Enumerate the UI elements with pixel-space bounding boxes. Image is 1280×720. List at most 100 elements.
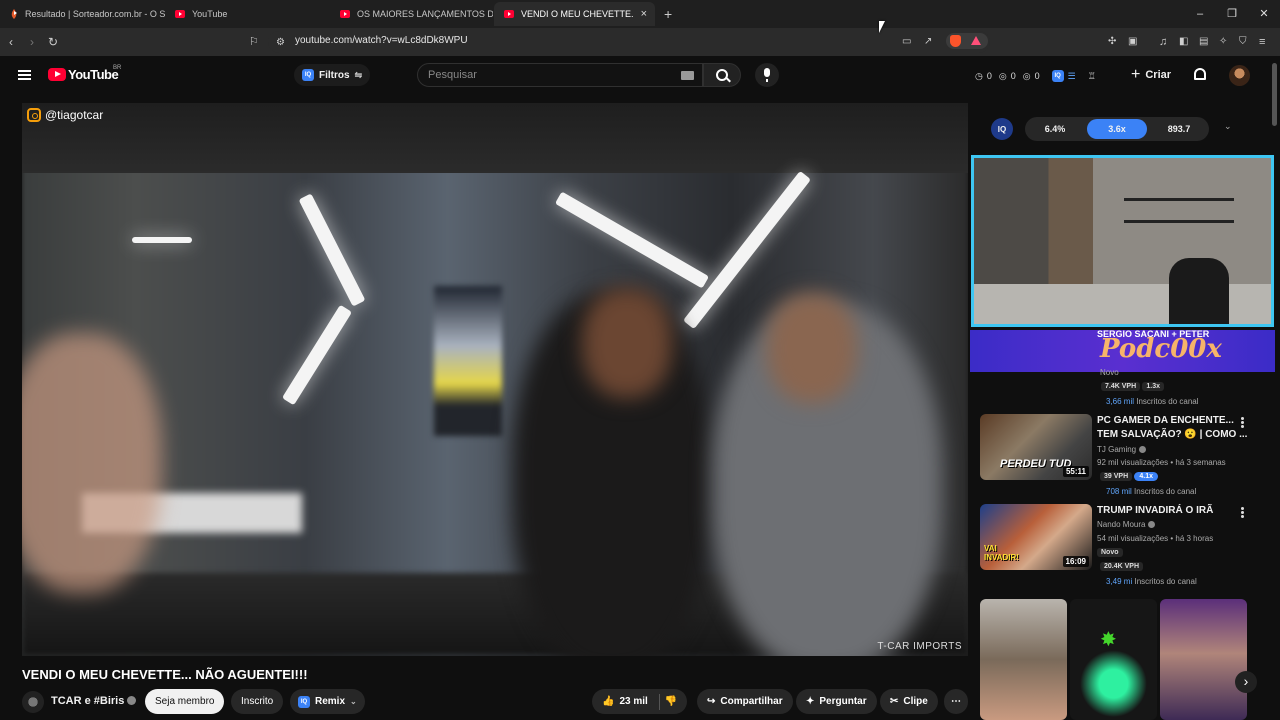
join-label: Seja membro [155, 696, 215, 707]
iq-stat-value[interactable]: 6.4% [1025, 119, 1085, 139]
reload-icon[interactable]: ↻ [48, 34, 58, 50]
ask-button[interactable]: ✦ Perguntar [796, 689, 877, 714]
subscribed-button[interactable]: Inscrito [231, 689, 284, 714]
notifications-bell-icon[interactable] [1194, 68, 1206, 80]
back-icon[interactable]: ‹ [9, 34, 13, 50]
join-button[interactable]: Seja membro [145, 689, 225, 714]
list-icon[interactable]: ☰ [1068, 71, 1076, 82]
search-input[interactable] [418, 64, 658, 86]
extension-box-icon[interactable]: ▣ [1128, 34, 1137, 50]
video-title[interactable]: PC GAMER DA ENCHENTE... [1097, 415, 1234, 426]
remix-button[interactable]: IQ Remix ⌄ [290, 689, 365, 714]
tab-label: YouTube [192, 9, 228, 19]
eye-icon: ◎ [998, 70, 1007, 81]
clip-label: Clipe [903, 696, 928, 707]
ask-label: Perguntar [819, 696, 867, 707]
webcam-shelf [1124, 220, 1234, 223]
divider [658, 693, 660, 710]
minimize-button[interactable]: – [1184, 0, 1216, 28]
wallet-icon[interactable]: ▤ [1199, 34, 1208, 50]
country-code: BR [113, 65, 122, 71]
close-window-button[interactable]: ✕ [1248, 0, 1280, 28]
music-icon[interactable]: ♫ [1159, 34, 1167, 50]
url-text[interactable]: youtube.com/watch?v=wLc8dDk8WPU [295, 35, 468, 46]
plus-icon: + [1131, 66, 1141, 83]
short-thumbnail[interactable] [1160, 599, 1247, 720]
iq-stat-value[interactable]: 893.7 [1149, 119, 1209, 139]
create-button[interactable]: + Criar [1131, 64, 1171, 86]
subs-count: 3,49 mi [1106, 577, 1133, 586]
brave-rewards-icon[interactable] [971, 36, 981, 45]
handle-text: @tiagotcar [45, 108, 104, 122]
video-title[interactable]: TEM SALVAÇÃO? 😮 | COMO ... [1097, 429, 1247, 440]
extension-puzzle-icon[interactable]: ✣ [1108, 34, 1116, 50]
video-thumbnail[interactable]: VAI INVADIR! 16:09 [980, 504, 1092, 570]
short-thumbnail[interactable]: ✸ [1070, 599, 1157, 720]
browser-menu-icon[interactable]: ≡ [1259, 34, 1265, 50]
video-player[interactable]: @tiagotcar T-CAR IMPORTS [22, 103, 968, 656]
video-duration: 16:09 [1062, 556, 1089, 567]
tab-chevette[interactable]: VENDI O MEU CHEVETTE... NÃO × [494, 2, 655, 26]
search-box[interactable] [417, 63, 703, 87]
vph-badge: 39 VPH [1100, 472, 1133, 481]
cast-icon[interactable]: ▭ [902, 34, 911, 50]
wall-lamp [434, 286, 502, 436]
video-thumbnail[interactable]: PERDEU TUD 55:11 [980, 414, 1092, 480]
channel-name[interactable]: Nando Moura [1097, 520, 1156, 529]
clip-button[interactable]: ✂ Clipe [880, 689, 938, 714]
user-avatar[interactable] [1229, 65, 1250, 86]
voice-search-icon[interactable] [755, 63, 779, 87]
channel-name[interactable]: TCAR e #Biris [51, 695, 137, 707]
new-tab-button[interactable]: + [664, 6, 672, 22]
stat-value: 0 [1034, 71, 1040, 81]
channel-avatar[interactable] [22, 691, 44, 713]
short-thumbnail[interactable] [980, 599, 1067, 720]
more-options-icon[interactable] [1241, 421, 1244, 424]
podcast-banner[interactable]: SERGIO SACANI + PETER Podc00x [970, 330, 1275, 372]
leo-ai-icon[interactable]: ✧ [1219, 34, 1227, 50]
search-button[interactable] [703, 63, 741, 87]
tab-sorteador[interactable]: Resultado | Sorteador.com.br - O Site [0, 2, 165, 26]
banner-text: Podc00x [1100, 334, 1222, 364]
more-options-icon[interactable] [1241, 511, 1244, 514]
bookmark-icon[interactable]: ⚐ [249, 34, 259, 50]
page-scrollbar[interactable] [1272, 63, 1277, 126]
mouse-cursor-icon [879, 21, 885, 33]
iq-extension-icon[interactable]: IQ [1051, 70, 1064, 82]
thumbnail-text: VAI INVADIR! [984, 544, 1019, 562]
site-info-icon[interactable]: ⚙ [276, 35, 285, 51]
hamburger-menu-icon[interactable] [18, 70, 31, 80]
vpn-icon[interactable]: ⛉ [1239, 34, 1247, 50]
like-button[interactable]: 👍 23 mil 👎 [592, 689, 688, 714]
forward-icon[interactable]: › [30, 34, 34, 50]
shorts-next-button[interactable]: › [1235, 671, 1257, 693]
window-controls: – ❐ ✕ [1184, 0, 1280, 28]
brave-shield-icon[interactable] [950, 35, 961, 47]
new-badge: Novo [1097, 548, 1123, 557]
youtube-logo-icon[interactable] [48, 68, 66, 81]
iq-stat-value-active[interactable]: 3.6x [1087, 119, 1147, 139]
filters-button[interactable]: IQ Filtros ⇋ [294, 64, 371, 86]
sidebar-icon[interactable]: ◧ [1179, 34, 1188, 50]
share-page-icon[interactable]: ↗ [924, 34, 932, 50]
video-title[interactable]: TRUMP INVADIRÁ O IRÃ [1097, 505, 1213, 516]
tab-lancamentos[interactable]: OS MAIORES LANÇAMENTOS DO CI [330, 2, 493, 26]
maximize-button[interactable]: ❐ [1216, 0, 1248, 28]
trophy-icon[interactable]: ♖ [1088, 71, 1096, 82]
instagram-handle: @tiagotcar [27, 108, 103, 122]
iq-logo-icon[interactable]: IQ [991, 118, 1013, 140]
item-metrics: 7.4K VPH 1.3x [1101, 381, 1164, 391]
chevron-down-icon[interactable]: ⌄ [1224, 121, 1232, 132]
item-metrics: 39 VPH 4.1x [1100, 471, 1158, 481]
more-actions-button[interactable]: ⋯ [944, 689, 968, 714]
thumbs-down-icon[interactable]: 👎 [665, 696, 677, 707]
tab-youtube[interactable]: YouTube [165, 2, 330, 26]
youtube-wordmark[interactable]: YouTube [68, 67, 119, 82]
share-button[interactable]: ↪ Compartilhar [697, 689, 793, 714]
channel-name[interactable]: TJ Gaming [1097, 445, 1147, 454]
keyboard-icon[interactable] [681, 71, 694, 80]
subs-label: Inscritos do canal [1136, 397, 1199, 406]
multiplier-badge: 1.3x [1142, 382, 1164, 391]
close-tab-icon[interactable]: × [641, 8, 647, 20]
filters-label: Filtros [319, 69, 350, 81]
